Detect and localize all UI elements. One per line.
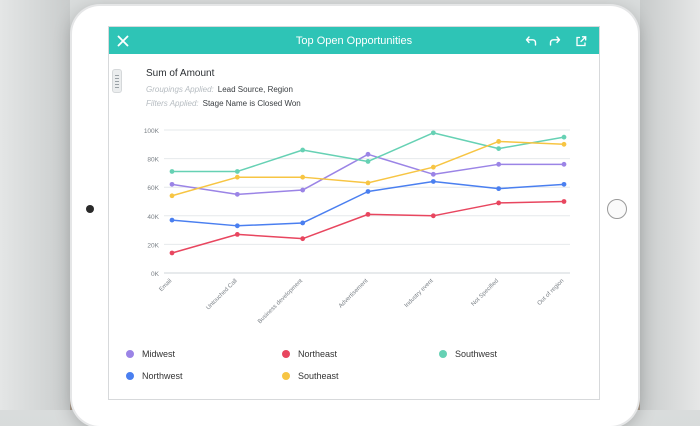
x-tick-label: Untouched Call	[205, 278, 238, 311]
data-point	[234, 223, 240, 229]
series-line	[171, 180, 565, 227]
data-point	[496, 186, 502, 192]
data-point	[300, 147, 306, 153]
data-point	[300, 187, 306, 193]
legend-item[interactable]: Northwest	[126, 371, 183, 381]
legend-label: Southeast	[298, 371, 339, 381]
data-point	[169, 250, 175, 256]
x-tick-label: Advertisement	[338, 278, 370, 310]
data-point	[365, 180, 371, 186]
y-tick-label: 20K	[147, 242, 159, 249]
data-point	[430, 171, 436, 177]
data-point	[234, 169, 240, 174]
data-point	[430, 179, 436, 184]
data-point	[496, 161, 502, 167]
data-point	[430, 164, 436, 170]
legend-item[interactable]: Northeast	[282, 349, 337, 359]
data-point	[169, 181, 175, 187]
legend-item[interactable]: Midwest	[126, 349, 175, 359]
data-point	[169, 193, 175, 199]
home-button[interactable]	[607, 199, 627, 219]
x-tick-label: Not Specified	[471, 278, 500, 307]
data-point	[561, 161, 567, 167]
x-tick-label: Business development	[257, 278, 304, 325]
y-tick-label: 100K	[144, 128, 160, 135]
legend-item[interactable]: Southeast	[282, 371, 339, 381]
data-point	[430, 130, 436, 136]
camera	[86, 205, 94, 213]
background-right	[640, 0, 700, 410]
data-point	[169, 217, 175, 223]
data-point	[234, 231, 240, 237]
data-point	[496, 139, 502, 144]
data-point	[561, 134, 567, 140]
data-point	[561, 199, 567, 204]
data-point	[561, 181, 567, 187]
x-tick-label: Email	[159, 278, 174, 293]
data-point	[169, 169, 175, 174]
data-point	[365, 189, 371, 194]
x-tick-label: Out of region	[537, 278, 566, 307]
data-point	[430, 213, 436, 219]
data-point	[496, 200, 502, 206]
data-point	[561, 141, 567, 147]
legend-label: Northeast	[298, 349, 338, 359]
y-tick-label: 40K	[147, 214, 159, 221]
data-point	[234, 191, 240, 197]
line-chart: 0K 20K 40K 60K 80K 100K Email Untouched Call Bus…	[144, 128, 570, 325]
legend-label: Northwest	[142, 371, 183, 381]
legend-swatch	[439, 350, 447, 358]
app-screen: Top Open Opportunities Sum of Amount Gro…	[108, 26, 600, 400]
y-tick-label: 0K	[151, 271, 160, 278]
data-point	[365, 151, 371, 157]
legend-swatch	[282, 350, 290, 358]
legend-label: Midwest	[142, 349, 176, 359]
x-tick-label: Industry event	[404, 278, 435, 309]
data-point	[365, 159, 371, 164]
legend-swatch	[126, 350, 134, 358]
data-point	[300, 220, 306, 226]
data-point	[234, 174, 240, 180]
data-point	[365, 211, 371, 217]
y-tick-label: 60K	[147, 185, 159, 192]
data-point	[496, 146, 502, 151]
data-point	[300, 174, 306, 180]
legend-label: Southwest	[455, 349, 498, 359]
series-line	[171, 200, 565, 254]
legend-item[interactable]: Southwest	[439, 349, 497, 359]
legend-swatch	[282, 372, 290, 380]
y-tick-label: 80K	[147, 157, 159, 164]
background-left	[0, 0, 70, 410]
legend-swatch	[126, 372, 134, 380]
data-point	[300, 236, 306, 242]
